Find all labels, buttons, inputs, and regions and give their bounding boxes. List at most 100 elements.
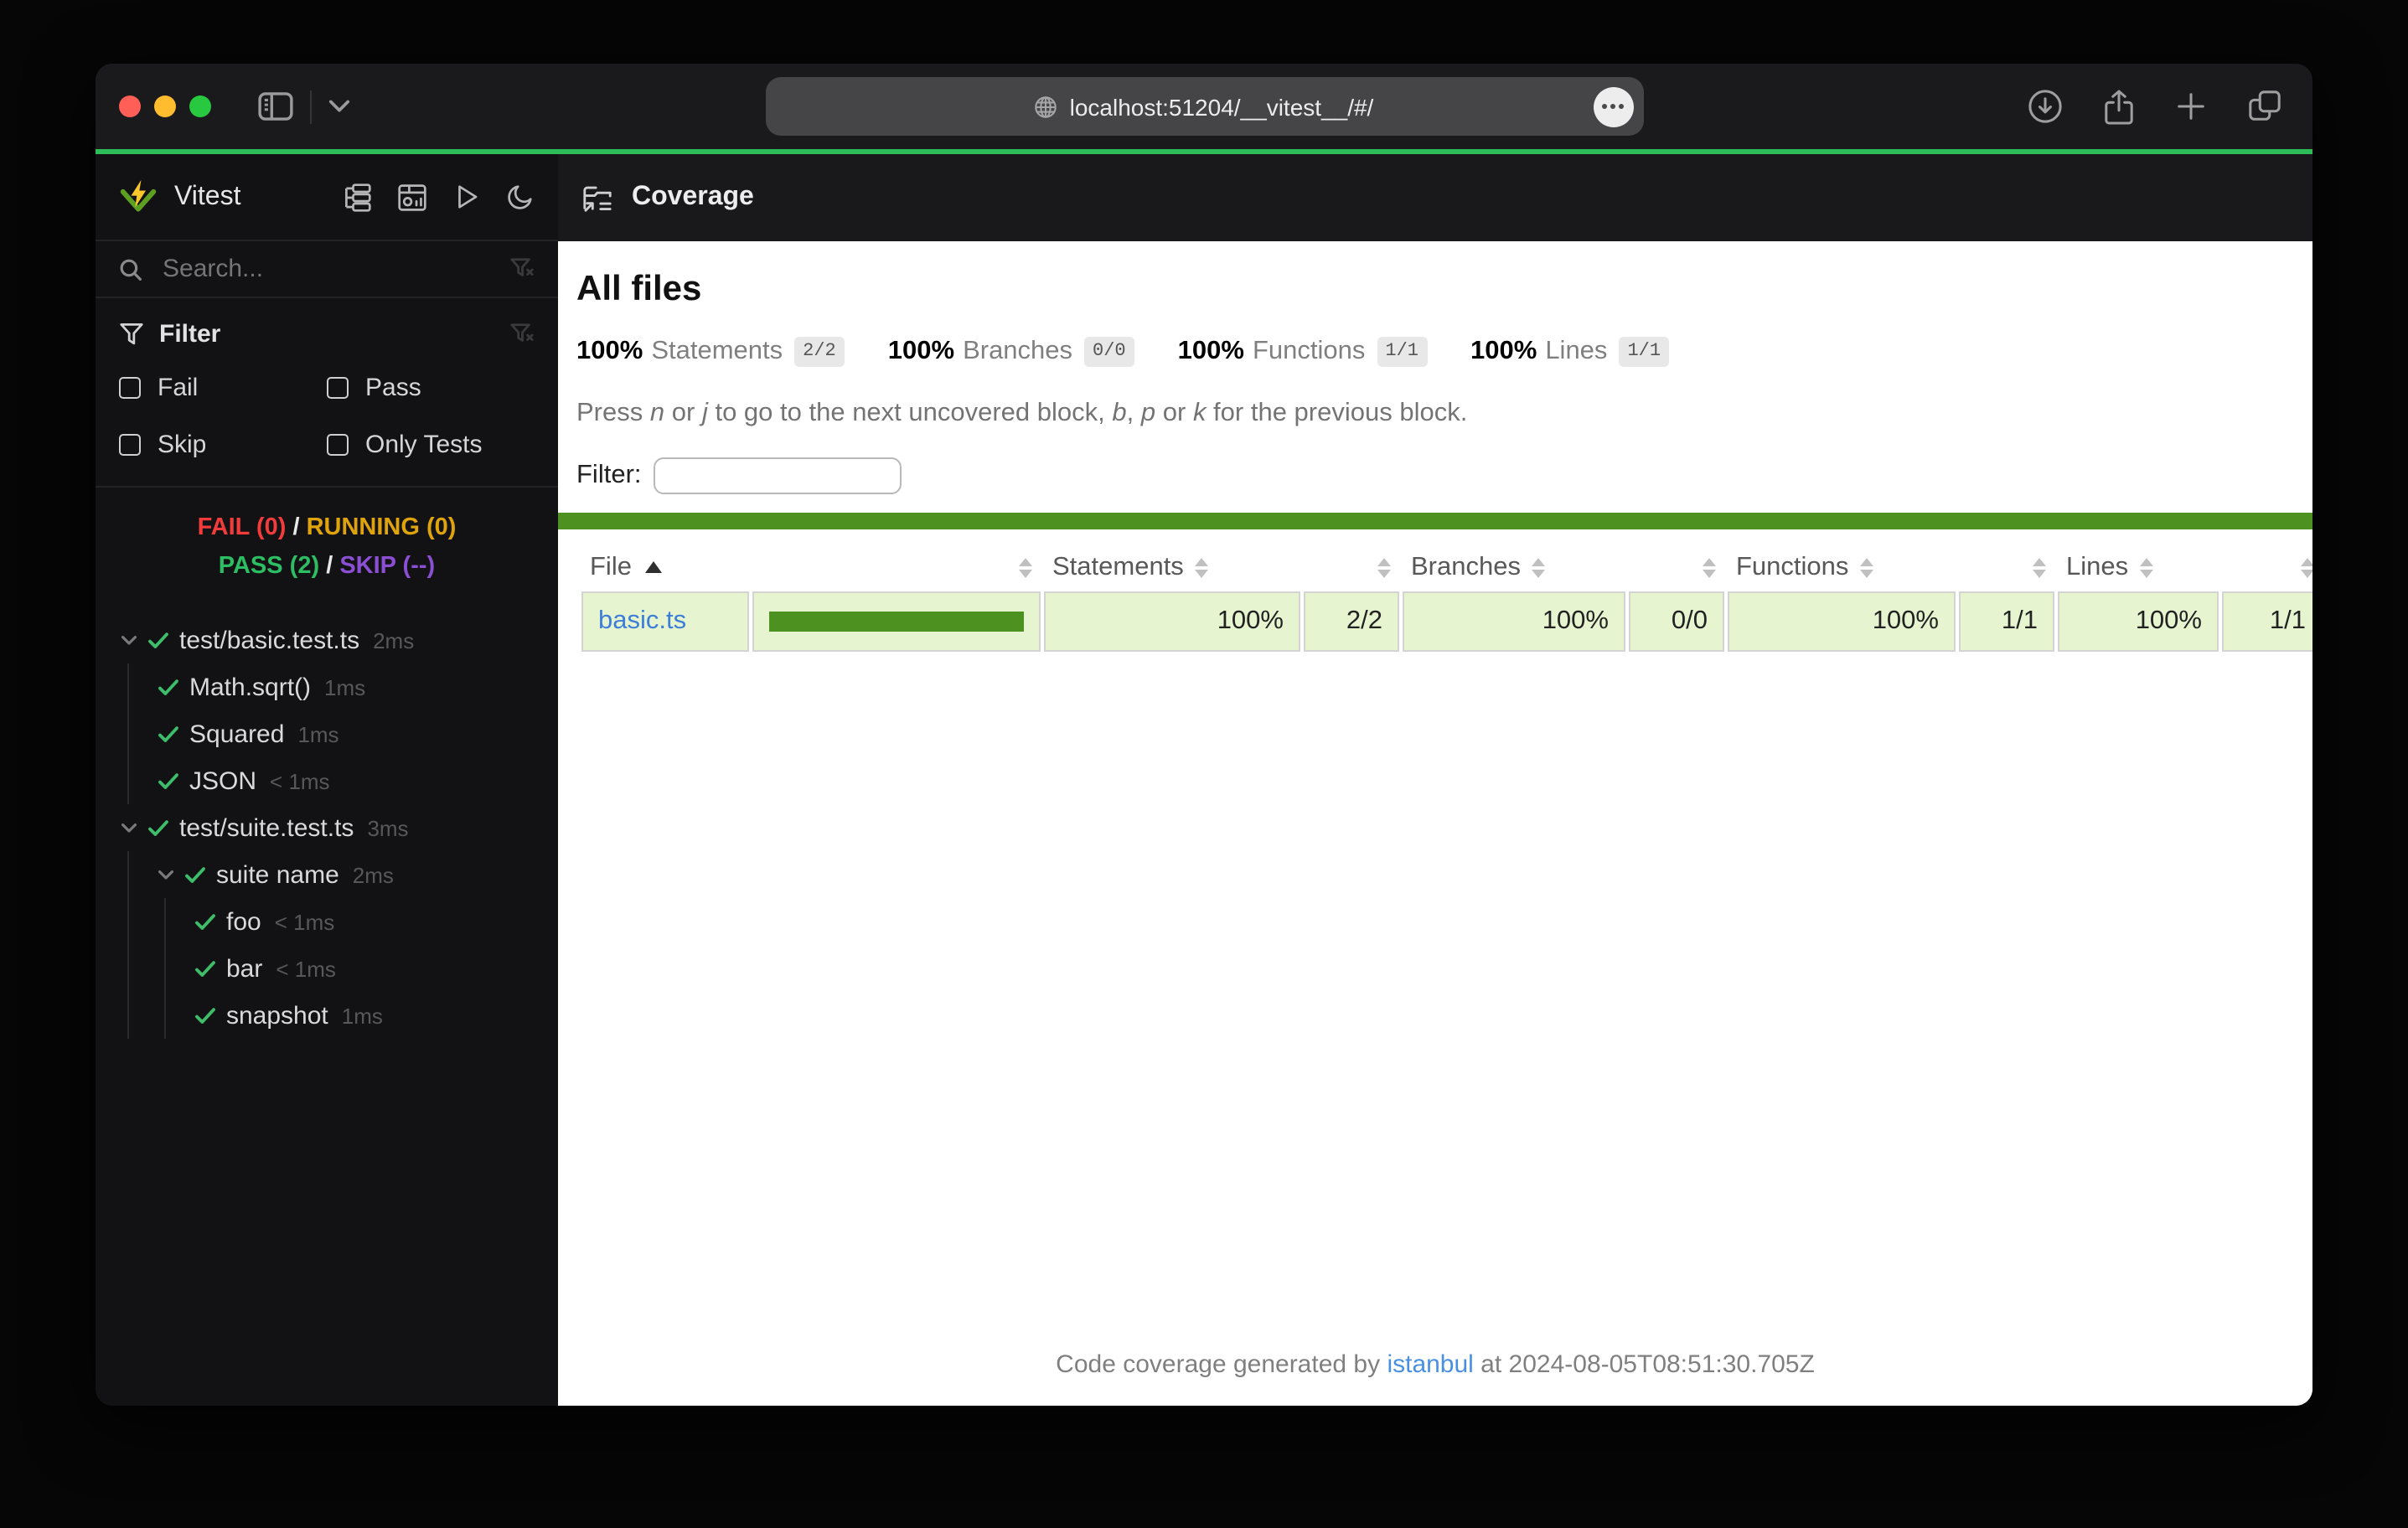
sort-icon bbox=[1532, 557, 1546, 578]
filter-label: Filter: bbox=[576, 461, 642, 489]
test-tree: test/basic.test.ts 2ms Math.sqrt() 1ms S… bbox=[96, 607, 558, 1406]
toolbar-divider bbox=[310, 90, 312, 123]
file-link[interactable]: basic.ts bbox=[598, 607, 686, 635]
address-bar[interactable]: localhost:51204/__vitest__/#/ bbox=[765, 77, 1643, 136]
column-header-lines[interactable]: Lines bbox=[2058, 548, 2219, 588]
sort-icon bbox=[1195, 557, 1209, 578]
test-duration: 1ms bbox=[297, 721, 339, 747]
test-duration: 2ms bbox=[352, 862, 394, 888]
column-sorter[interactable] bbox=[1629, 548, 1724, 588]
test-file-row[interactable]: test/suite.test.ts 3ms bbox=[96, 805, 558, 852]
search-bar bbox=[96, 241, 558, 298]
funnel-icon bbox=[119, 322, 144, 347]
test-row[interactable]: bar < 1ms bbox=[166, 946, 558, 993]
check-icon bbox=[152, 679, 183, 697]
download-icon[interactable] bbox=[2028, 89, 2063, 124]
check-icon bbox=[152, 772, 183, 791]
test-duration: < 1ms bbox=[270, 768, 330, 794]
test-duration: < 1ms bbox=[274, 909, 335, 935]
test-row[interactable]: Math.sqrt() 1ms bbox=[129, 664, 558, 711]
test-duration: < 1ms bbox=[276, 956, 336, 982]
suite-row[interactable]: suite name 2ms bbox=[129, 852, 558, 899]
summary-statements: 100% Statements 2/2 bbox=[576, 337, 845, 367]
filter-option-only-tests[interactable]: Only Tests bbox=[327, 431, 535, 459]
test-row[interactable]: JSON < 1ms bbox=[129, 758, 558, 805]
check-icon bbox=[152, 725, 183, 744]
clear-filter-icon[interactable] bbox=[509, 256, 535, 281]
sort-asc-icon bbox=[644, 561, 662, 574]
dashboard-icon[interactable] bbox=[397, 182, 427, 212]
sort-icon bbox=[2033, 557, 2046, 578]
share-icon[interactable] bbox=[2103, 88, 2135, 125]
vitest-logo bbox=[119, 178, 158, 216]
new-tab-icon[interactable] bbox=[2175, 90, 2207, 122]
main-panel: Coverage All files 100% Statements 2/2 1… bbox=[558, 154, 2312, 1406]
app-title: Vitest bbox=[174, 182, 241, 210]
coverage-table-wrap: File Statements Branches Functions Lines bbox=[558, 529, 2312, 655]
file-cell: basic.ts bbox=[581, 591, 749, 652]
test-row[interactable]: snapshot 1ms bbox=[166, 993, 558, 1040]
running-count: RUNNING (0) bbox=[306, 514, 457, 541]
check-icon bbox=[189, 1007, 220, 1025]
run-all-icon[interactable] bbox=[452, 182, 481, 212]
filter-option-pass[interactable]: Pass bbox=[327, 374, 535, 402]
chevron-down-icon[interactable] bbox=[152, 870, 179, 881]
fraction-badge: 1/1 bbox=[1377, 337, 1427, 367]
skip-count: SKIP (--) bbox=[339, 553, 436, 581]
column-header-file[interactable]: File bbox=[581, 548, 749, 588]
fail-count: FAIL (0) bbox=[197, 514, 287, 541]
coverage-status-line bbox=[558, 513, 2312, 529]
test-row[interactable]: Squared 1ms bbox=[129, 711, 558, 758]
globe-icon bbox=[1035, 95, 1058, 118]
check-icon bbox=[142, 632, 173, 650]
column-sorter[interactable] bbox=[752, 548, 1041, 588]
clear-filter-icon[interactable] bbox=[509, 322, 535, 347]
coverage-bar-cell bbox=[752, 591, 1041, 652]
column-header-statements[interactable]: Statements bbox=[1044, 548, 1300, 588]
filter-option-skip[interactable]: Skip bbox=[119, 431, 327, 459]
vitest-sidebar: Vitest Search... Filter Fail Pass Skip O… bbox=[96, 154, 558, 1406]
search-input[interactable] bbox=[159, 253, 509, 285]
check-icon bbox=[142, 819, 173, 838]
column-sorter[interactable] bbox=[2222, 548, 2312, 588]
istanbul-link[interactable]: istanbul bbox=[1387, 1350, 1473, 1379]
lines-fraction-cell: 1/1 bbox=[2222, 591, 2312, 652]
filter-option-fail[interactable]: Fail bbox=[119, 374, 327, 402]
keyboard-hint: Press n or j to go to the next uncovered… bbox=[576, 399, 1468, 427]
chevron-down-icon[interactable] bbox=[116, 823, 142, 834]
check-icon bbox=[179, 866, 209, 885]
list-tree-icon[interactable] bbox=[342, 182, 372, 212]
report-footer: Code coverage generated by istanbul at 2… bbox=[1056, 1350, 1815, 1379]
sort-icon bbox=[1377, 557, 1391, 578]
dark-mode-icon[interactable] bbox=[506, 182, 535, 212]
chevron-down-icon[interactable] bbox=[116, 635, 142, 647]
sort-icon bbox=[2140, 557, 2154, 578]
checkbox[interactable] bbox=[327, 434, 349, 456]
checkbox[interactable] bbox=[327, 377, 349, 399]
test-row[interactable]: foo < 1ms bbox=[166, 899, 558, 946]
column-sorter[interactable] bbox=[1959, 548, 2054, 588]
tab-overview-icon[interactable] bbox=[2247, 89, 2282, 124]
checkbox[interactable] bbox=[119, 434, 141, 456]
column-header-functions[interactable]: Functions bbox=[1728, 548, 1956, 588]
test-file-row[interactable]: test/basic.test.ts 2ms bbox=[96, 617, 558, 664]
checkbox[interactable] bbox=[119, 377, 141, 399]
column-sorter[interactable] bbox=[1304, 548, 1399, 588]
run-summary: FAIL (0) / RUNNING (0) PASS (2) / SKIP (… bbox=[197, 514, 457, 581]
column-header-branches[interactable]: Branches bbox=[1403, 548, 1625, 588]
sort-icon bbox=[2301, 557, 2312, 578]
page-settings-icon[interactable] bbox=[1593, 86, 1633, 126]
browser-window: localhost:51204/__vitest__/#/ Vitest Sea… bbox=[96, 64, 2312, 1406]
minimize-button[interactable] bbox=[154, 96, 176, 117]
report-heading: All files bbox=[576, 270, 702, 308]
sidebar-toggle-icon[interactable] bbox=[258, 92, 293, 121]
browser-titlebar: localhost:51204/__vitest__/#/ bbox=[96, 64, 2312, 149]
coverage-filter-input[interactable] bbox=[653, 457, 902, 494]
close-button[interactable] bbox=[119, 96, 141, 117]
screenshot-stage: localhost:51204/__vitest__/#/ Vitest Sea… bbox=[0, 0, 2408, 1528]
chevron-down-icon[interactable] bbox=[328, 99, 350, 114]
statements-pct-cell: 100% bbox=[1044, 591, 1300, 652]
zoom-button[interactable] bbox=[189, 96, 211, 117]
search-icon bbox=[119, 257, 142, 281]
test-duration: 2ms bbox=[373, 627, 415, 653]
